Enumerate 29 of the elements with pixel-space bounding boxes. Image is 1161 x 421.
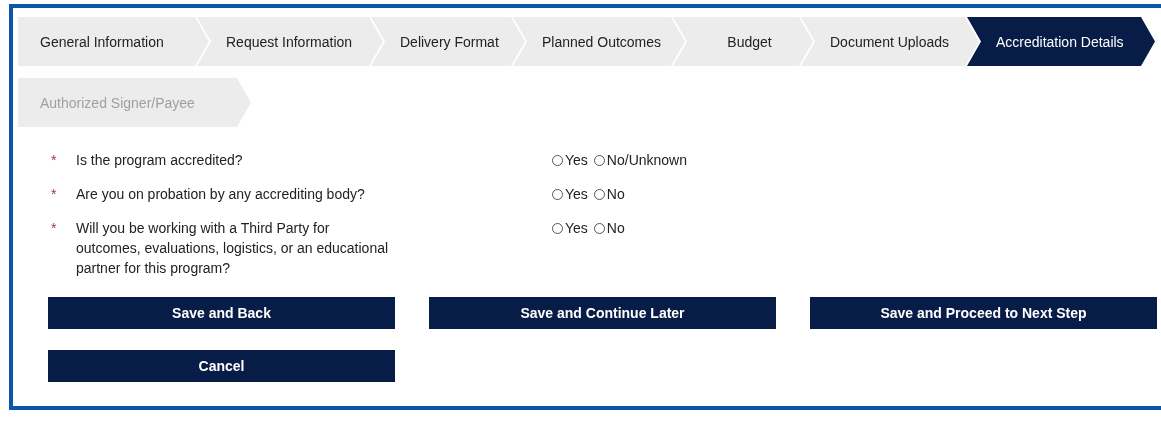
radio-option[interactable]: Yes: [552, 152, 588, 168]
action-button[interactable]: Save and Continue Later: [429, 297, 776, 329]
wizard-step[interactable]: Delivery Format: [370, 17, 525, 66]
radio-option[interactable]: Yes: [552, 220, 588, 236]
action-button[interactable]: Save and Back: [48, 297, 395, 329]
radio-icon[interactable]: [593, 154, 605, 166]
wizard-step[interactable]: Accreditation Details: [966, 17, 1155, 66]
radio-icon[interactable]: [552, 154, 563, 166]
wizard-step[interactable]: Planned Outcomes: [512, 17, 685, 66]
required-mark: *: [51, 219, 58, 238]
action-button[interactable]: Cancel: [48, 350, 395, 382]
radio-icon[interactable]: [593, 222, 605, 234]
action-button[interactable]: Save and Proceed to Next Step: [810, 297, 1157, 329]
radio-option[interactable]: No: [593, 186, 625, 202]
radio-option[interactable]: No: [593, 220, 625, 236]
question-text: Is the program accredited?: [76, 151, 244, 170]
radio-option[interactable]: Yes: [552, 186, 588, 202]
wizard-step[interactable]: Document Uploads: [800, 17, 979, 66]
required-mark: *: [51, 151, 58, 170]
wizard-step[interactable]: Budget: [672, 17, 813, 66]
wizard-step[interactable]: Request Information: [196, 17, 383, 66]
radio-icon[interactable]: [552, 222, 563, 234]
required-mark: *: [51, 185, 58, 204]
radio-icon[interactable]: [552, 188, 563, 200]
question-text: Are you on probation by any accrediting body?: [76, 185, 366, 204]
radio-option[interactable]: No/Unknown: [593, 152, 687, 168]
radio-icon[interactable]: [593, 188, 605, 200]
question-text: Will you be working with a Third Party for outcomes, evaluations, logistics, or an educational partner for this program?: [76, 219, 390, 278]
wizard-step[interactable]: General Information: [18, 17, 209, 66]
